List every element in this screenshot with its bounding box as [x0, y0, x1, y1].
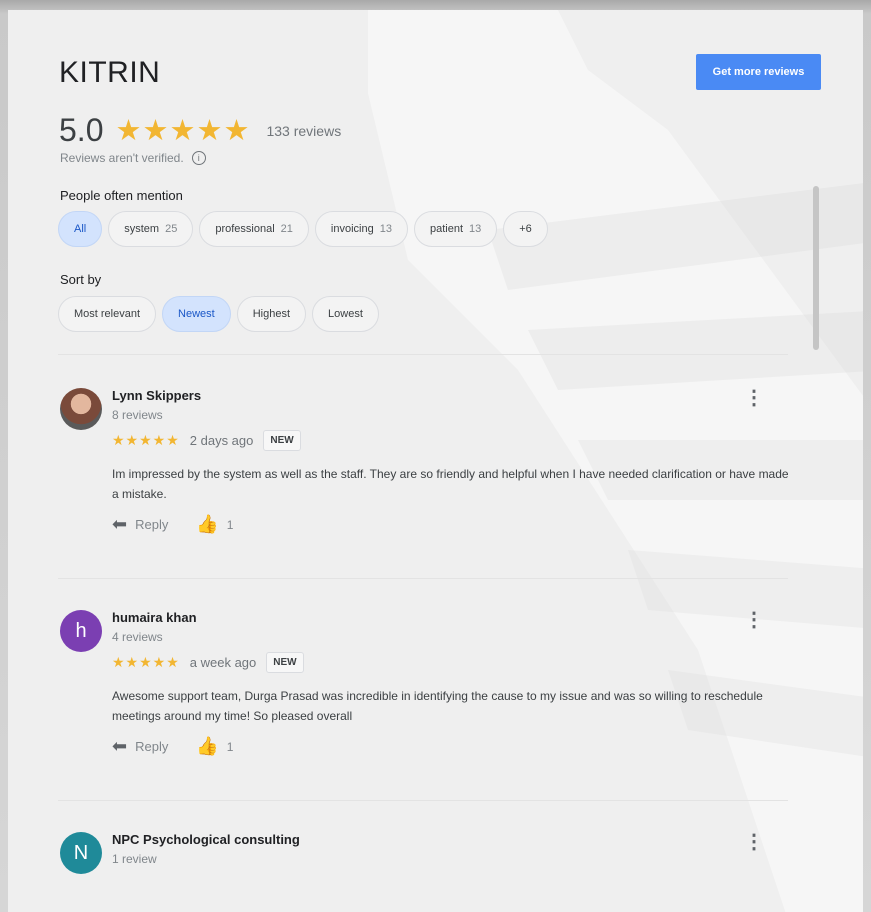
chip-label: invoicing — [330, 223, 374, 235]
review-item: Lynn Skippers 8 reviews ⋮ ★★★★★ 2 days a… — [58, 388, 798, 588]
star-rating: ★★★★★ — [115, 115, 251, 147]
thumbs-up-icon[interactable]: 👍 — [196, 514, 218, 535]
review-count[interactable]: 133 reviews — [266, 123, 341, 139]
chip-label: system — [124, 223, 160, 235]
sort-lowest[interactable]: Lowest — [312, 296, 379, 332]
review-rating-line: ★★★★★ 2 days ago NEW — [112, 430, 301, 451]
review-time: a week ago — [189, 655, 257, 670]
info-icon[interactable]: i — [191, 151, 206, 165]
reply-button[interactable]: Reply — [135, 739, 168, 754]
chip-professional[interactable]: professional 21 — [199, 211, 309, 247]
review-text: Awesome support team, Durga Prasad was i… — [112, 689, 763, 723]
chip-system[interactable]: system 25 — [108, 211, 194, 247]
chip-count: 21 — [280, 223, 293, 235]
reply-arrow-icon[interactable]: ⬅ — [112, 736, 127, 757]
divider — [58, 800, 788, 801]
new-badge: NEW — [263, 430, 301, 451]
business-name: KITRIN — [59, 56, 161, 89]
review-actions: ⬅ Reply 👍 1 — [112, 736, 233, 757]
sort-highest[interactable]: Highest — [236, 296, 307, 332]
more-vert-icon[interactable]: ⋮ — [744, 388, 764, 408]
reviewer-name[interactable]: humaira khan — [112, 610, 197, 625]
avatar[interactable]: N — [60, 832, 102, 874]
chip-count: 13 — [379, 223, 392, 235]
review-time: 2 days ago — [189, 433, 254, 448]
reviewer-review-count: 8 reviews — [112, 408, 163, 422]
verification-text: Reviews aren't verified. — [60, 151, 184, 165]
reviews-panel: KITRIN Get more reviews 5.0 ★★★★★ 133 re… — [8, 10, 863, 912]
sort-title: Sort by — [60, 272, 102, 287]
chip-invoicing[interactable]: invoicing 13 — [314, 211, 408, 247]
avatar[interactable]: h — [60, 610, 102, 652]
reviewer-name[interactable]: Lynn Skippers — [112, 388, 201, 403]
divider — [58, 354, 788, 355]
review-item: N NPC Psychological consulting 1 review … — [58, 832, 798, 902]
mention-chips: All system 25 professional 21 invoicing … — [58, 211, 548, 247]
like-count: 1 — [226, 739, 234, 754]
verification-note: Reviews aren't verified. i — [60, 151, 206, 165]
average-rating: 5.0 — [59, 112, 104, 148]
review-text: Im impressed by the system as well as th… — [112, 467, 789, 501]
review-stars: ★★★★★ — [112, 654, 180, 670]
sort-options: Most relevant Newest Highest Lowest — [58, 296, 379, 332]
reviewer-review-count: 1 review — [112, 852, 157, 866]
sort-newest[interactable]: Newest — [162, 296, 231, 332]
reply-arrow-icon[interactable]: ⬅ — [112, 514, 127, 535]
get-more-reviews-button[interactable]: Get more reviews — [696, 54, 821, 90]
chip-label: All — [74, 223, 87, 235]
chip-patient[interactable]: patient 13 — [413, 211, 498, 247]
scrollbar[interactable] — [813, 186, 819, 350]
chip-label: +6 — [519, 223, 532, 235]
sort-most-relevant[interactable]: Most relevant — [58, 296, 157, 332]
avatar[interactable] — [60, 388, 102, 430]
reply-button[interactable]: Reply — [135, 517, 168, 532]
chip-count: 25 — [165, 223, 178, 235]
reviewer-name[interactable]: NPC Psychological consulting — [112, 832, 300, 847]
divider — [58, 578, 788, 579]
review-item: h humaira khan 4 reviews ⋮ ★★★★★ a week … — [58, 610, 798, 810]
chip-label: professional — [215, 223, 275, 235]
more-vert-icon[interactable]: ⋮ — [744, 610, 764, 630]
reviewer-review-count: 4 reviews — [112, 630, 163, 644]
chip-all[interactable]: All — [58, 211, 103, 247]
chip-more[interactable]: +6 — [503, 211, 548, 247]
rating-summary: 5.0 ★★★★★ 133 reviews — [59, 112, 341, 149]
chip-label: patient — [429, 223, 463, 235]
review-stars: ★★★★★ — [112, 432, 180, 448]
review-rating-line: ★★★★★ a week ago NEW — [112, 652, 304, 673]
chip-count: 13 — [469, 223, 482, 235]
new-badge: NEW — [266, 652, 304, 673]
thumbs-up-icon[interactable]: 👍 — [196, 736, 218, 757]
more-vert-icon[interactable]: ⋮ — [744, 832, 764, 852]
review-actions: ⬅ Reply 👍 1 — [112, 514, 233, 535]
mentions-title: People often mention — [60, 188, 183, 203]
like-count: 1 — [226, 517, 234, 532]
